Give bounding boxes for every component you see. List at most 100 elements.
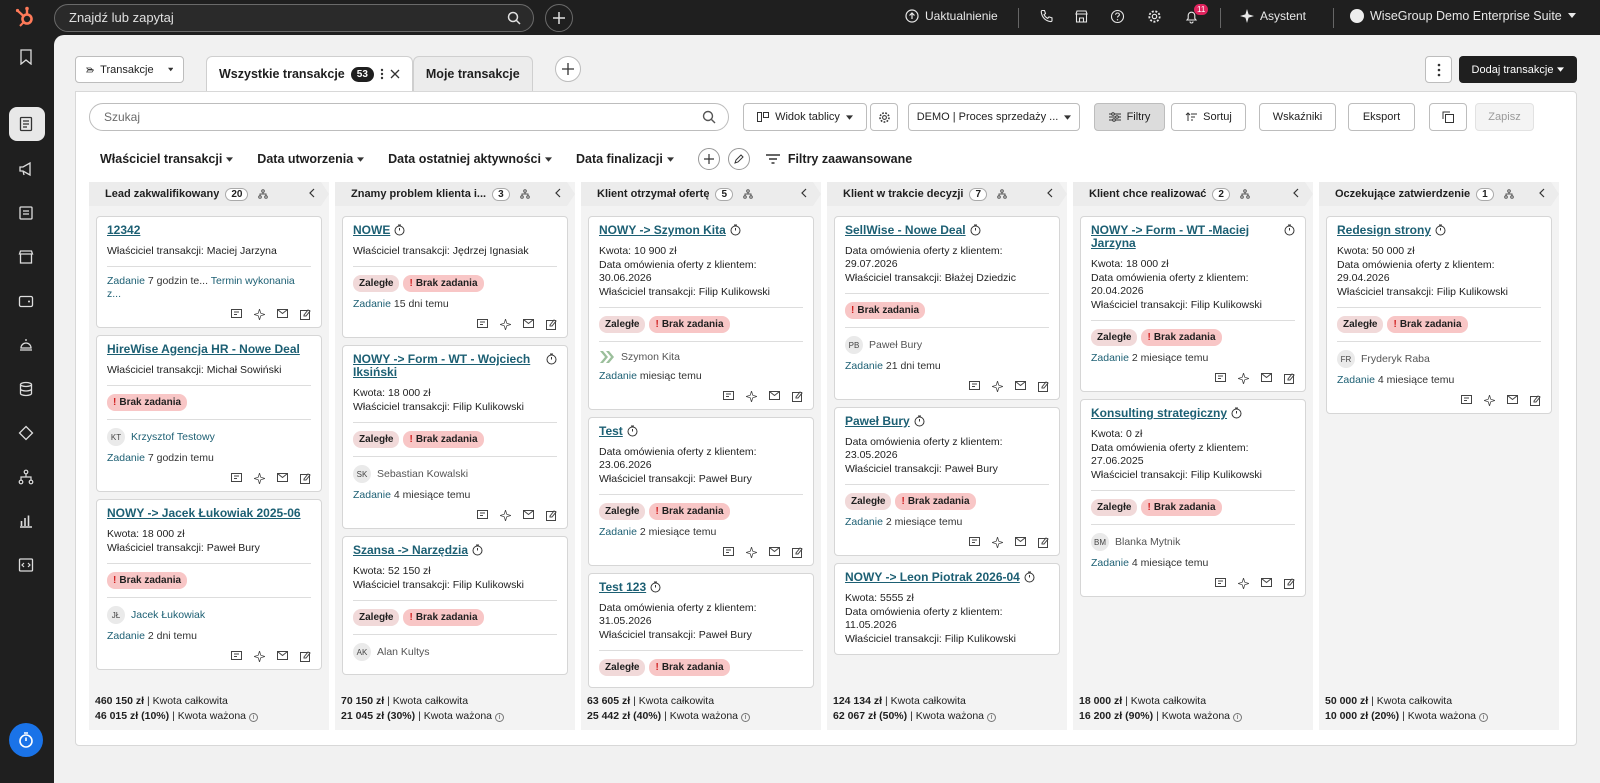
- board-settings-button[interactable]: [870, 103, 898, 131]
- collapse-stage-chevron-icon[interactable]: [1539, 188, 1545, 198]
- associated-contact[interactable]: KT Krzysztof Testowy: [107, 428, 311, 446]
- preview-card-icon[interactable]: [231, 651, 242, 662]
- deal-card[interactable]: Paweł Bury Data omówienia oferty z klient…: [834, 407, 1060, 556]
- task-label[interactable]: Zadanie: [845, 360, 883, 372]
- ai-sparkle-icon[interactable]: [992, 381, 1003, 392]
- associated-contact[interactable]: SK Sebastian Kowalski: [353, 465, 557, 483]
- collapse-stage-chevron-icon[interactable]: [555, 188, 561, 198]
- account-menu[interactable]: WiseGroup Demo Enterprise Suite: [1350, 9, 1576, 23]
- preview-card-icon[interactable]: [477, 319, 488, 330]
- deal-card[interactable]: NOWY -> Szymon Kita Kwota: 10 900 zł Data …: [588, 216, 814, 410]
- deal-title-link[interactable]: NOWY -> Leon Piotrak 2026-04: [845, 571, 1020, 584]
- deal-card[interactable]: Test 123 Data omówienia oferty z klientem…: [588, 573, 814, 688]
- preview-card-icon[interactable]: [969, 537, 980, 548]
- filter-last-activity-dropdown[interactable]: Data ostatniej aktywności: [388, 152, 552, 166]
- deal-title-link[interactable]: Szansa -> Narzędzia: [353, 544, 468, 557]
- email-icon[interactable]: [769, 547, 780, 558]
- task-label[interactable]: Zadanie: [353, 489, 391, 501]
- deal-title-link[interactable]: Konsulting strategiczny: [1091, 407, 1227, 420]
- task-label[interactable]: Zadanie: [353, 298, 391, 310]
- associated-contact[interactable]: FR Fryderyk Raba: [1337, 350, 1541, 368]
- deal-card[interactable]: NOWY -> Form - WT -Maciej Jarzyna Kwota: …: [1080, 216, 1306, 392]
- add-deal-button[interactable]: Dodaj transakcje: [1459, 56, 1577, 83]
- deal-title-link[interactable]: Test 123: [599, 581, 646, 594]
- hubspot-logo-icon[interactable]: [14, 6, 36, 28]
- info-icon[interactable]: i: [494, 713, 504, 722]
- email-icon[interactable]: [277, 651, 288, 662]
- task-label[interactable]: Zadanie: [1091, 557, 1129, 569]
- automation-diamond-icon[interactable]: [18, 425, 34, 441]
- ai-sparkle-icon[interactable]: [1238, 373, 1249, 384]
- search-icon[interactable]: [507, 11, 521, 25]
- preview-card-icon[interactable]: [231, 309, 242, 320]
- deal-title-link[interactable]: NOWY -> Szymon Kita: [599, 224, 726, 237]
- database-icon[interactable]: [18, 381, 34, 397]
- create-new-button[interactable]: [545, 4, 573, 32]
- info-icon[interactable]: i: [986, 713, 996, 722]
- create-task-icon[interactable]: [1038, 537, 1049, 548]
- save-view-button[interactable]: Zapisz: [1475, 103, 1534, 131]
- ai-sparkle-icon[interactable]: [254, 309, 265, 320]
- phone-icon[interactable]: [1039, 9, 1054, 24]
- stage-hierarchy-icon[interactable]: [743, 189, 753, 199]
- create-task-icon[interactable]: [1284, 578, 1295, 589]
- ai-sparkle-icon[interactable]: [254, 473, 265, 484]
- advanced-filters-button[interactable]: Filtry zaawansowane: [765, 152, 912, 166]
- marketplace-icon[interactable]: [1074, 9, 1089, 24]
- stage-hierarchy-icon[interactable]: [1504, 189, 1514, 199]
- deal-title-link[interactable]: NOWY -> Form - WT - Wojciech Iksiński: [353, 353, 542, 379]
- email-icon[interactable]: [1015, 537, 1026, 548]
- filter-owner-dropdown[interactable]: Właściciel transakcji: [100, 152, 234, 166]
- ai-sparkle-icon[interactable]: [254, 651, 265, 662]
- stage-hierarchy-icon[interactable]: [520, 189, 530, 199]
- deal-card[interactable]: Szansa -> Narzędzia Kwota: 52 150 zł Właśc…: [342, 536, 568, 675]
- ai-sparkle-icon[interactable]: [1238, 578, 1249, 589]
- deal-card[interactable]: NOWY -> Form - WT - Wojciech Iksiński Kwo…: [342, 345, 568, 529]
- add-view-button[interactable]: [555, 56, 581, 82]
- deal-card[interactable]: Redesign strony Kwota: 50 000 zł Data omów…: [1326, 216, 1552, 414]
- deal-title-link[interactable]: 12342: [107, 224, 140, 237]
- associated-contact[interactable]: JŁ Jacek Łukowiak: [107, 606, 311, 624]
- task-label[interactable]: Zadanie: [1091, 352, 1129, 364]
- service-bell-icon[interactable]: [18, 337, 34, 353]
- task-label[interactable]: Zadanie: [1337, 374, 1375, 386]
- reports-bar-chart-icon[interactable]: [18, 513, 34, 529]
- ai-sparkle-icon[interactable]: [746, 391, 757, 402]
- collapse-stage-chevron-icon[interactable]: [1047, 188, 1053, 198]
- global-search-input[interactable]: Znajdź lub zapytaj: [54, 4, 534, 32]
- content-icon[interactable]: [18, 205, 34, 221]
- task-label[interactable]: Zadanie: [845, 516, 883, 528]
- upgrade-button[interactable]: Uaktualnienie: [905, 9, 998, 23]
- preview-card-icon[interactable]: [1461, 395, 1472, 406]
- tab-my-deals[interactable]: Moje transakcje: [412, 56, 533, 91]
- collapse-stage-chevron-icon[interactable]: [309, 188, 315, 198]
- pipeline-selector-dropdown[interactable]: DEMO | Proces sprzedaży ...: [908, 103, 1080, 131]
- timer-assistant-button[interactable]: [9, 723, 43, 757]
- preview-card-icon[interactable]: [1215, 373, 1226, 384]
- email-icon[interactable]: [769, 391, 780, 402]
- create-task-icon[interactable]: [300, 473, 311, 484]
- deal-title-link[interactable]: HireWise Agencja HR - Nowe Deal: [107, 343, 300, 356]
- associated-contact[interactable]: Szymon Kita: [599, 350, 803, 364]
- preview-card-icon[interactable]: [1215, 578, 1226, 589]
- ai-sparkle-icon[interactable]: [746, 547, 757, 558]
- collapse-stage-chevron-icon[interactable]: [1293, 188, 1299, 198]
- settings-gear-icon[interactable]: [1147, 9, 1162, 24]
- help-icon[interactable]: [1110, 9, 1125, 24]
- deal-title-link[interactable]: NOWE: [353, 224, 390, 237]
- ai-sparkle-icon[interactable]: [992, 537, 1003, 548]
- create-task-icon[interactable]: [546, 319, 557, 330]
- stage-hierarchy-icon[interactable]: [1240, 189, 1250, 199]
- ai-sparkle-icon[interactable]: [500, 510, 511, 521]
- info-icon[interactable]: i: [740, 713, 750, 722]
- deal-card[interactable]: SellWise - Nowe Deal Data omówienia ofert…: [834, 216, 1060, 400]
- preview-card-icon[interactable]: [723, 391, 734, 402]
- crm-records-icon[interactable]: [18, 116, 34, 132]
- associated-contact[interactable]: AK Alan Kultys: [353, 643, 557, 661]
- email-icon[interactable]: [1507, 395, 1518, 406]
- task-label[interactable]: Zadanie: [107, 275, 145, 287]
- deal-card[interactable]: NOWY -> Jacek Łukowiak 2025-06 Kwota: 18 …: [96, 499, 322, 670]
- create-task-icon[interactable]: [546, 510, 557, 521]
- deal-title-link[interactable]: SellWise - Nowe Deal: [845, 224, 966, 237]
- more-actions-kebab-button[interactable]: [1425, 56, 1452, 83]
